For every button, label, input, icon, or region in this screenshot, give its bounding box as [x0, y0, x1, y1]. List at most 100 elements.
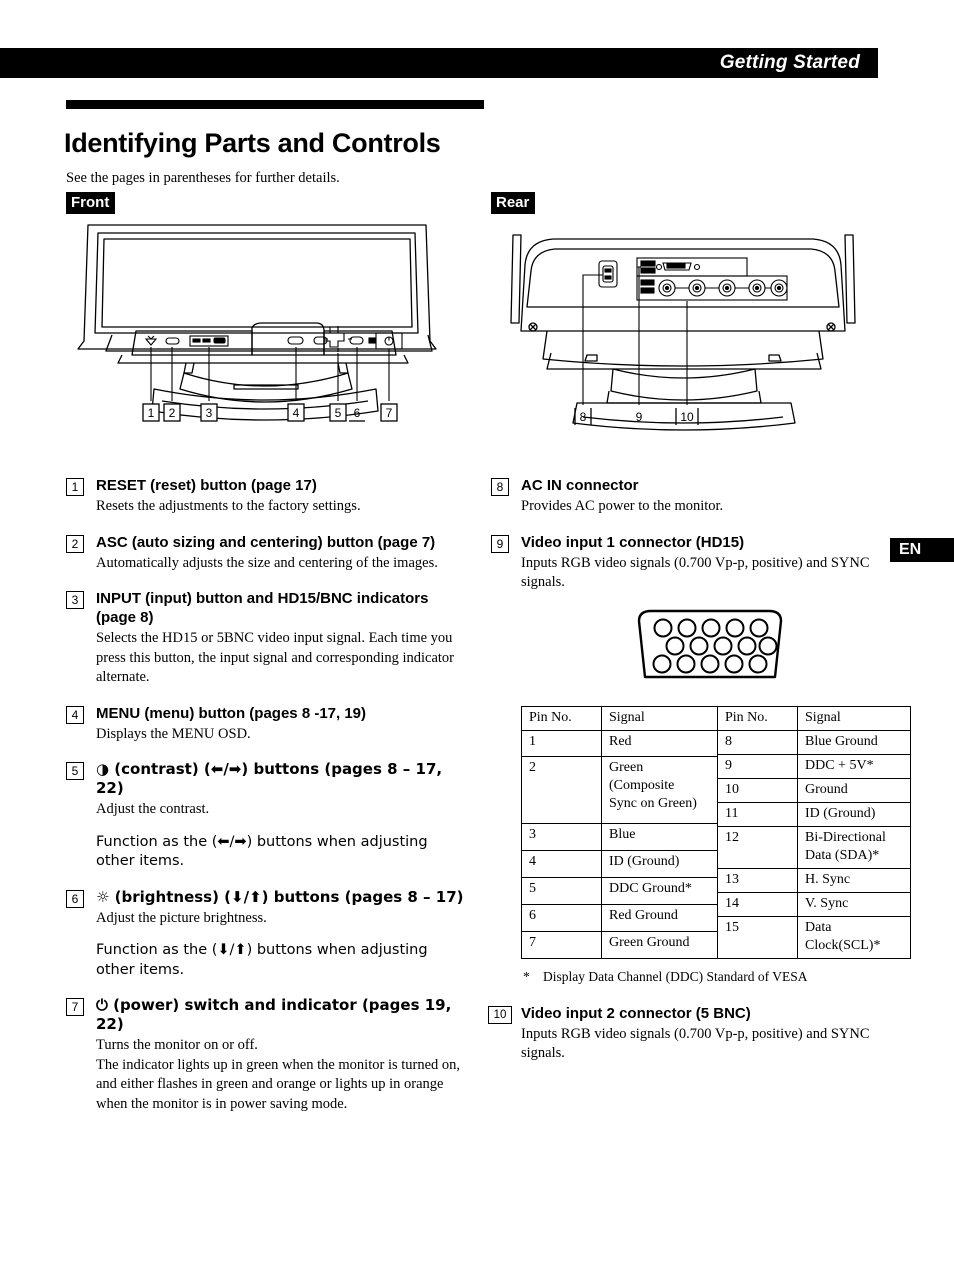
table-row: 11 ID (Ground) [718, 802, 910, 827]
callout-number: 7 [66, 998, 84, 1016]
cell-pin: 1 [522, 730, 602, 758]
item-description: Inputs RGB video signals (0.700 Vp-p, po… [521, 554, 870, 591]
table-footnote: * Display Data Channel (DDC) Standard of… [521, 968, 883, 986]
svg-text:8: 8 [580, 410, 587, 424]
item-description: Provides AC power to the monitor. [521, 498, 724, 514]
item-description: Displays the MENU OSD. [96, 725, 251, 742]
running-header-title: Getting Started [719, 52, 860, 73]
cell-pin: 5 [522, 877, 602, 905]
list-item: 2 ASC (auto sizing and centering) button… [66, 533, 466, 574]
running-header-bar: Getting Started [0, 48, 878, 78]
table-row: 4 ID (Ground) [522, 850, 718, 879]
cell-signal: Data Clock(SCL)* [805, 919, 881, 953]
cell-signal: H. Sync [797, 868, 910, 893]
footnote-marker: * [523, 968, 530, 984]
cell-signal: DDC + 5V* [797, 754, 910, 779]
cell-pin: 8 [718, 730, 798, 755]
item-heading: ☼ (brightness) (⬇/⬆) buttons (pages 8 – … [96, 887, 464, 906]
rear-column: Rear 8 9 10 8 AC IN connector Provides A… [488, 192, 911, 1064]
table-row: 15 Data Clock(SCL)* [718, 916, 910, 958]
column-header-signal: Signal [797, 706, 910, 731]
svg-text:2: 2 [169, 406, 176, 420]
front-view-figure: 1 2 3 4 5 6 7 [66, 223, 466, 438]
callout-number: 1 [66, 478, 84, 496]
table-row: 2 Green (Composite Sync on Green) [522, 756, 718, 825]
footnote-text: Display Data Channel (DDC) Standard of V… [543, 968, 808, 984]
rear-view-figure: 8 9 10 [491, 223, 883, 438]
cell-pin: 15 [718, 916, 798, 958]
list-item: 1 RESET (reset) button (page 17) Resets … [66, 476, 466, 517]
table-row: 8 Blue Ground [718, 730, 910, 755]
svg-text:3: 3 [206, 406, 213, 420]
front-callout-boxes: 1 2 3 4 5 6 7 [142, 403, 398, 422]
list-item: 6 ☼ (brightness) (⬇/⬆) buttons (pages 8 … [66, 888, 466, 981]
item-heading: ◑ (contrast) (⬅/➡) buttons (pages 8 – 17… [96, 760, 443, 797]
cell-signal: Green Ground [609, 934, 690, 950]
item-heading: ⏻ (power) switch and indicator (pages 19… [96, 996, 452, 1033]
callout-number: 6 [66, 889, 84, 908]
cell-pin: 11 [718, 802, 798, 827]
item-description: Function as the (⬇/⬆) buttons when adjus… [96, 942, 428, 978]
item-heading: RESET (reset) button (page 17) [96, 477, 317, 494]
intro-text: See the pages in parentheses for further… [66, 169, 340, 186]
cell-pin: 3 [522, 823, 602, 852]
column-header-pin: Pin No. [718, 706, 798, 731]
item-description: Turns the monitor on or off. The indicat… [96, 1037, 461, 1112]
item-description: Function as the (⬅/➡) buttons when adjus… [96, 833, 428, 870]
language-tab: EN [890, 538, 954, 562]
table-row: 9 DDC + 5V* [718, 754, 910, 779]
svg-text:7: 7 [386, 406, 393, 420]
table-row: 3 Blue [522, 823, 718, 852]
cell-pin: 4 [522, 850, 602, 879]
item-description: Automatically adjusts the size and cente… [96, 554, 438, 571]
item-heading: INPUT (input) button and HD15/BNC indica… [96, 590, 429, 626]
section-badge-front: Front [66, 192, 116, 214]
pin-assignment-table: Pin No. Signal 1 Red 2 Green (Composite … [521, 705, 911, 959]
cell-signal: ID (Ground) [797, 802, 910, 827]
list-item: 5 ◑ (contrast) (⬅/➡) buttons (pages 8 – … [66, 760, 466, 872]
cell-signal: DDC Ground* [601, 877, 718, 905]
svg-text:5: 5 [335, 406, 342, 420]
svg-text:4: 4 [293, 406, 300, 420]
cell-pin: 12 [718, 826, 798, 869]
svg-text:1: 1 [148, 406, 155, 420]
table-row: 1 Red [522, 730, 718, 758]
cell-pin: 7 [522, 931, 602, 958]
table-row: 5 DDC Ground* [522, 877, 718, 905]
column-header-signal: Signal [601, 706, 718, 731]
cell-pin: 13 [718, 868, 798, 893]
pin-table-right: Pin No. Signal 8 Blue Ground 9 DDC + 5V* [718, 706, 910, 958]
table-header-row: Pin No. Signal [718, 706, 910, 731]
rear-item-list: 8 AC IN connector Provides AC power to t… [488, 476, 911, 1064]
callout-number: 2 [66, 534, 84, 553]
list-item: 8 AC IN connector Provides AC power to t… [491, 476, 883, 517]
pin-table-left: Pin No. Signal 1 Red 2 Green (Composite … [522, 706, 718, 958]
callout-number: 8 [491, 478, 509, 496]
table-row: 7 Green Ground [522, 931, 718, 958]
list-item: 7 ⏻ (power) switch and indicator (pages … [66, 996, 466, 1114]
svg-text:9: 9 [636, 410, 643, 424]
cell-signal: ID (Ground) [601, 850, 718, 879]
front-item-list: 1 RESET (reset) button (page 17) Resets … [66, 476, 466, 1114]
cell-signal: Red Ground [601, 904, 718, 932]
cell-signal: Red [601, 730, 718, 758]
cell-pin: 2 [522, 756, 602, 825]
table-row: 10 Ground [718, 778, 910, 803]
rear-callout-boxes: 8 9 10 [574, 408, 699, 425]
callout-number: 4 [66, 705, 84, 724]
cell-pin: 6 [522, 904, 602, 932]
callout-number: 9 [491, 534, 509, 553]
page-title: Identifying Parts and Controls [64, 128, 441, 159]
list-item: 10 Video input 2 connector (5 BNC) Input… [488, 1004, 883, 1064]
cell-signal: Ground [797, 778, 910, 803]
cell-signal: V. Sync [797, 892, 910, 917]
list-item: 4 MENU (menu) button (pages 8 -17, 19) D… [66, 704, 466, 745]
cell-signal: Blue [601, 823, 718, 852]
column-header-pin: Pin No. [522, 706, 602, 731]
cell-pin: 14 [718, 892, 798, 917]
callout-number: 10 [488, 1005, 512, 1024]
front-column: Front 1 2 3 4 5 6 7 1 RESET (reset) butt… [66, 192, 466, 1114]
table-header-row: Pin No. Signal [522, 706, 718, 731]
cell-pin: 10 [718, 778, 798, 803]
table-row: 12 Bi-Directional Data (SDA)* [718, 826, 910, 869]
